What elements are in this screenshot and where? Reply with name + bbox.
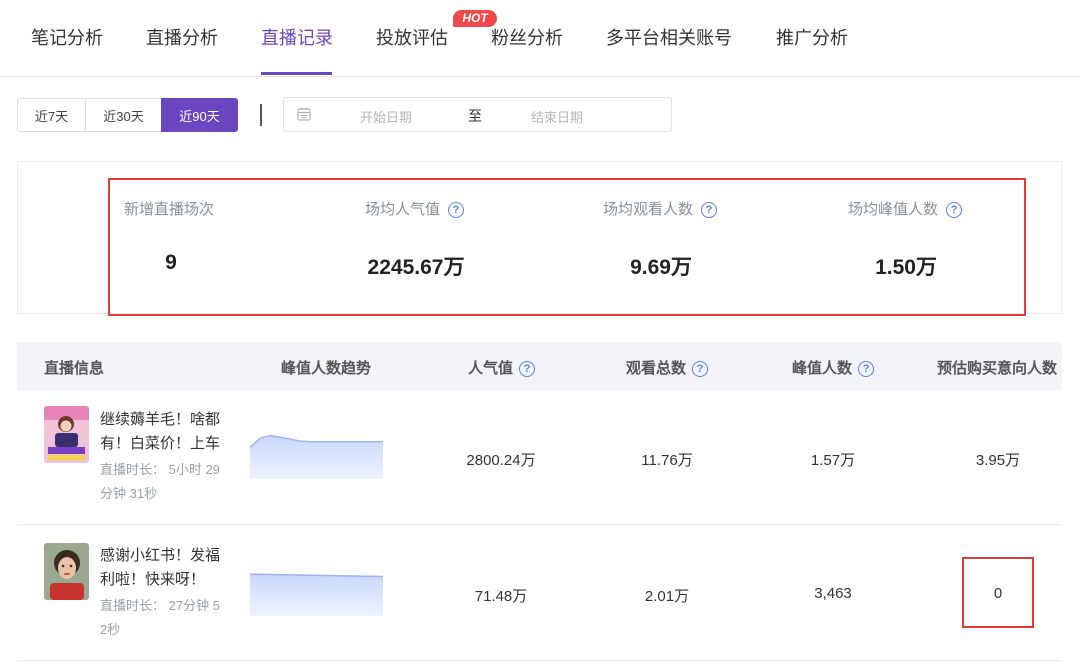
help-icon[interactable]: ? <box>519 361 536 377</box>
start-date-input[interactable]: 开始日期 <box>360 107 412 126</box>
tab-fan-analysis[interactable]: 粉丝分析 <box>491 24 563 50</box>
column-header-total-views: 观看总数? <box>626 357 709 378</box>
tab-promotion-analysis[interactable]: 推广分析 <box>776 24 848 50</box>
column-header-est-buyers: 预估购买意向人数 <box>937 360 1058 377</box>
row-divider <box>17 660 1062 661</box>
range-7-days-button[interactable]: 近7天 <box>17 98 86 132</box>
tab-live-records[interactable]: 直播记录 <box>261 24 333 50</box>
end-date-input[interactable]: 结束日期 <box>531 107 583 126</box>
buyers-highlight-box <box>962 557 1034 628</box>
live-cover-image <box>44 406 89 463</box>
help-icon[interactable]: ? <box>692 361 709 377</box>
column-header-live-info: 直播信息 <box>44 360 105 377</box>
live-duration: 直播时长： 5小时 29 分钟 31秒 <box>100 462 220 501</box>
tab-bar: 笔记分析 直播分析 直播记录 投放评估 粉丝分析 多平台相关账号 推广分析 HO… <box>0 0 1080 77</box>
help-icon[interactable]: ? <box>946 202 963 218</box>
cell-total-views: 11.76万 <box>641 452 693 469</box>
live-duration: 直播时长： 27分钟 5 2秒 <box>100 598 220 637</box>
stat-label-avg-viewers: 场均观看人数? <box>603 198 718 219</box>
calendar-icon <box>297 107 311 121</box>
peak-trend-sparkline <box>250 573 383 616</box>
help-icon[interactable]: ? <box>858 361 875 377</box>
help-icon[interactable]: ? <box>448 202 465 218</box>
table-header <box>17 342 1062 390</box>
stat-value-avg-peak: 1.50万 <box>875 256 937 279</box>
cell-est-buyers: 3.95万 <box>975 452 1021 469</box>
cell-peak-viewers: 1.57万 <box>810 452 856 469</box>
stat-value-new-sessions: 9 <box>165 251 177 274</box>
column-header-popularity: 人气值? <box>468 357 536 378</box>
peak-trend-sparkline <box>250 434 383 479</box>
cell-popularity: 2800.24万 <box>466 452 536 469</box>
cell-popularity: 71.48万 <box>474 588 528 605</box>
stat-label-avg-popularity: 场均人气值? <box>365 198 465 219</box>
stat-value-avg-viewers: 9.69万 <box>630 256 692 279</box>
live-title[interactable]: 继续薅羊毛！啥都 有！白菜价！上车 <box>100 408 232 456</box>
active-tab-indicator <box>261 72 332 75</box>
live-thumbnail[interactable] <box>44 543 89 600</box>
hot-badge: HOT <box>453 10 497 27</box>
row-divider <box>17 524 1062 525</box>
help-icon[interactable]: ? <box>701 202 718 218</box>
tab-ad-evaluation[interactable]: 投放评估 <box>376 24 448 50</box>
column-header-peak-viewers: 峰值人数? <box>792 357 875 378</box>
stat-value-avg-popularity: 2245.67万 <box>367 256 465 279</box>
filter-divider <box>260 104 262 126</box>
tab-multi-platform-accounts[interactable]: 多平台相关账号 <box>606 24 732 50</box>
stat-label-new-sessions: 新增直播场次 <box>124 201 215 218</box>
cell-peak-viewers: 3,463 <box>814 585 852 602</box>
stat-label-avg-peak: 场均峰值人数? <box>848 198 963 219</box>
tab-note-analysis[interactable]: 笔记分析 <box>31 24 103 50</box>
column-header-peak-trend: 峰值人数趋势 <box>281 360 372 377</box>
cell-total-views: 2.01万 <box>644 588 690 605</box>
tab-live-analysis[interactable]: 直播分析 <box>146 24 218 50</box>
date-range-picker[interactable]: 开始日期 至 结束日期 <box>283 97 672 132</box>
live-title[interactable]: 感谢小红书！发福 利啦！快来呀！ <box>100 544 232 592</box>
live-thumbnail[interactable] <box>44 406 89 463</box>
date-separator: 至 <box>468 108 482 124</box>
range-30-days-button[interactable]: 近30天 <box>85 98 162 132</box>
live-cover-image <box>44 543 89 600</box>
range-90-days-button[interactable]: 近90天 <box>161 98 238 132</box>
